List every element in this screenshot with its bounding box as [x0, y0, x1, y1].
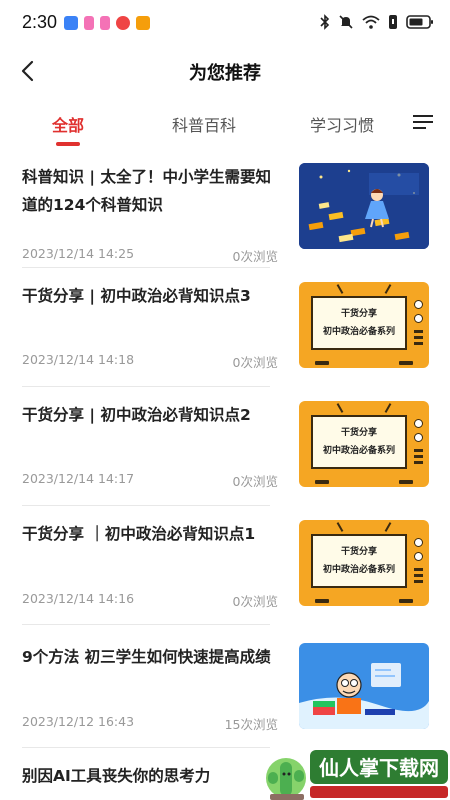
- article-title: 干货分享 ｜初中政治必背知识点1: [22, 525, 256, 543]
- article-date: 2023/12/12 16:43: [22, 714, 135, 729]
- category-tabs: 全部 科普百科 学习习惯: [0, 104, 450, 148]
- tab-all[interactable]: 全部: [52, 112, 84, 136]
- article-title: 干货分享 | 初中政治必背知识点2: [22, 406, 251, 424]
- tv-antenna: [384, 284, 392, 294]
- article-date: 2023/12/14 14:18: [22, 352, 135, 367]
- tv-foot: [315, 480, 329, 484]
- wifi-icon: [362, 15, 380, 29]
- article-thumbnail: [299, 163, 429, 249]
- cactus-logo-icon: 仙人掌下载网: [266, 750, 448, 800]
- study-cartoon-image: [299, 643, 429, 729]
- article-date: 2023/12/14 14:16: [22, 591, 135, 606]
- list-item[interactable]: 9个方法 初三学生如何快速提高成绩 2023/12/12 16:43 15次浏览: [0, 643, 450, 745]
- science-illustration-image: [299, 163, 429, 249]
- tv-screen: 干货分享 初中政治必备系列: [311, 534, 407, 588]
- mute-icon: [339, 15, 353, 29]
- tv-foot: [399, 361, 413, 365]
- article-views: 15次浏览: [224, 717, 278, 732]
- list-item[interactable]: 干货分享 ｜初中政治必背知识点1 2023/12/14 14:16 0次浏览 干…: [0, 520, 450, 622]
- tv-knob-icon: [414, 538, 423, 547]
- active-tab-indicator: [56, 142, 80, 146]
- status-app-icons: [64, 16, 150, 30]
- weibo-app-icon: [116, 16, 130, 30]
- article-views: 0次浏览: [232, 249, 278, 264]
- thumb-text-line1: 干货分享: [340, 547, 377, 557]
- status-time: 2:30: [22, 12, 58, 32]
- battery-icon: [406, 15, 433, 29]
- tv-foot: [315, 599, 329, 603]
- menu-icon: [413, 115, 433, 129]
- tv-screen: 干货分享 初中政治必备系列: [311, 296, 407, 350]
- tab-menu-button[interactable]: [412, 112, 436, 136]
- article-thumbnail: 干货分享 初中政治必备系列: [299, 520, 429, 606]
- tv-antenna: [336, 284, 344, 294]
- thumb-text-line1: 干货分享: [340, 309, 377, 319]
- status-indicators: [320, 14, 434, 30]
- tv-foot: [399, 599, 413, 603]
- divider: [22, 386, 270, 387]
- article-thumbnail: 干货分享 初中政治必备系列: [299, 282, 429, 368]
- status-bar: 2:30: [0, 0, 450, 48]
- article-views: 0次浏览: [232, 355, 278, 370]
- page-title: 为您推荐: [189, 63, 261, 84]
- header: 为您推荐: [0, 48, 450, 94]
- tv-antenna: [384, 522, 392, 532]
- article-date: 2023/12/14 14:25: [22, 246, 135, 261]
- list-item[interactable]: 干货分享 | 初中政治必背知识点3 2023/12/14 14:18 0次浏览 …: [0, 282, 450, 384]
- article-title: 别因AI工具丧失你的思考力: [22, 767, 211, 785]
- cube-app-icon: [84, 16, 94, 30]
- tv-speaker: [414, 449, 423, 452]
- list-item[interactable]: 科普知识 | 太全了！中小学生需要知道的124个科普知识 2023/12/14 …: [0, 163, 450, 265]
- sim-icon: [389, 15, 397, 29]
- note-app-icon: [136, 16, 150, 30]
- thumb-text-line1: 干货分享: [340, 428, 377, 438]
- article-views: 0次浏览: [232, 474, 278, 489]
- tv-knob-icon: [414, 300, 423, 309]
- article-title: 9个方法 初三学生如何快速提高成绩: [22, 648, 271, 666]
- tv-knob-icon: [414, 419, 423, 428]
- tv-speaker: [414, 330, 423, 333]
- tv-foot: [315, 361, 329, 365]
- tv-screen: 干货分享 初中政治必备系列: [311, 415, 407, 469]
- tab-study-habits[interactable]: 学习习惯: [310, 112, 374, 136]
- article-title: 科普知识 | 太全了！中小学生需要知道的124个科普知识: [22, 168, 271, 214]
- watermark-logo: 仙人掌下载网: [262, 748, 450, 800]
- tv-speaker: [414, 336, 423, 339]
- tv-speaker: [414, 580, 423, 583]
- article-title: 干货分享 | 初中政治必背知识点3: [22, 287, 251, 305]
- divider: [22, 267, 270, 268]
- tv-speaker: [414, 455, 423, 458]
- tv-knob-icon: [414, 552, 423, 561]
- article-thumbnail: [299, 643, 429, 729]
- divider: [22, 747, 270, 748]
- article-thumbnail: 干货分享 初中政治必备系列: [299, 401, 429, 487]
- tab-science[interactable]: 科普百科: [172, 112, 236, 136]
- article-views: 0次浏览: [232, 594, 278, 609]
- tv-foot: [399, 480, 413, 484]
- tv-antenna: [336, 522, 344, 532]
- shield-app-icon: [64, 16, 78, 30]
- tv-speaker: [414, 568, 423, 571]
- tv-speaker: [414, 574, 423, 577]
- watermark-text: 仙人掌下载网: [319, 756, 439, 780]
- article-date: 2023/12/14 14:17: [22, 471, 135, 486]
- tv-antenna: [384, 403, 392, 413]
- cube-app-2-icon: [100, 16, 110, 30]
- thumb-text-line2: 初中政治必备系列: [322, 565, 395, 575]
- tv-speaker: [414, 461, 423, 464]
- list-item[interactable]: 干货分享 | 初中政治必背知识点2 2023/12/14 14:17 0次浏览 …: [0, 401, 450, 503]
- tv-speaker: [414, 342, 423, 345]
- thumb-text-line2: 初中政治必备系列: [322, 446, 395, 456]
- tv-antenna: [336, 403, 344, 413]
- thumb-text-line2: 初中政治必备系列: [322, 327, 395, 337]
- tv-knob-icon: [414, 433, 423, 442]
- divider: [22, 505, 270, 506]
- divider: [22, 624, 270, 625]
- bluetooth-icon: [320, 14, 330, 30]
- tv-knob-icon: [414, 314, 423, 323]
